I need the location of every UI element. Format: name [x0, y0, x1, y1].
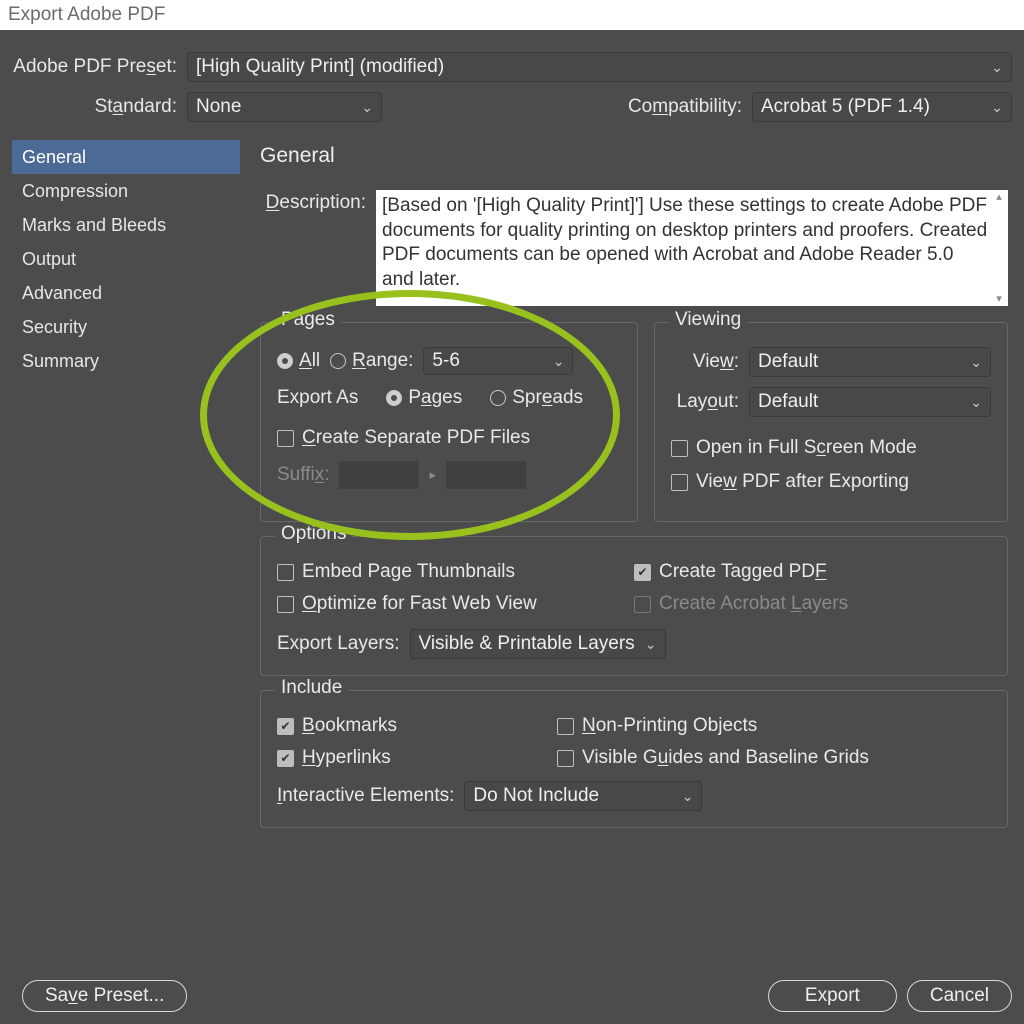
- checkbox-optimize-web[interactable]: [277, 596, 294, 613]
- checkbox-hyperlinks[interactable]: [277, 750, 294, 767]
- options-group: Options Embed Page Thumbnails Create Tag…: [260, 536, 1008, 676]
- hyperlinks-label: Hyperlinks: [302, 747, 391, 769]
- pages-group: Pages All Range: 5-6: [260, 322, 638, 522]
- sidebar-item-advanced[interactable]: Advanced: [12, 276, 240, 310]
- chevron-down-icon: ⌄: [970, 394, 982, 411]
- sidebar-item-general[interactable]: General: [12, 140, 240, 174]
- checkbox-embed-thumbs[interactable]: [277, 564, 294, 581]
- standard-label: Standard:: [12, 96, 187, 118]
- description-label: Description:: [260, 190, 376, 214]
- pane-title: General: [260, 144, 1008, 168]
- dialog-footer: Save Preset... Export Cancel: [0, 968, 1024, 1024]
- view-label: View:: [671, 351, 749, 373]
- window-title: Export Adobe PDF: [0, 0, 1024, 30]
- chevron-down-icon: ⌄: [645, 636, 657, 653]
- viewing-legend: Viewing: [669, 309, 747, 331]
- radio-pages[interactable]: Pages: [386, 387, 462, 409]
- radio-range[interactable]: Range:: [330, 350, 413, 372]
- export-button[interactable]: Export: [768, 980, 897, 1012]
- fullscreen-label: Open in Full Screen Mode: [696, 437, 917, 459]
- compatibility-value: Acrobat 5 (PDF 1.4): [761, 96, 930, 118]
- checkbox-guides[interactable]: [557, 750, 574, 767]
- radio-icon: [490, 390, 506, 406]
- options-legend: Options: [275, 523, 352, 545]
- sidebar-item-security[interactable]: Security: [12, 310, 240, 344]
- suffix-input2: [446, 461, 526, 489]
- range-value: 5-6: [432, 350, 459, 372]
- radio-spreads[interactable]: Spreads: [490, 387, 583, 409]
- radio-icon: [330, 353, 346, 369]
- checkbox-fullscreen[interactable]: [671, 440, 688, 457]
- acrobat-layers-label: Create Acrobat Layers: [659, 593, 848, 615]
- checkbox-view-after[interactable]: [671, 474, 688, 491]
- sidebar-item-compression[interactable]: Compression: [12, 174, 240, 208]
- compatibility-dropdown[interactable]: Acrobat 5 (PDF 1.4) ⌄: [752, 92, 1012, 122]
- export-layers-label: Export Layers:: [277, 633, 400, 655]
- guides-label: Visible Guides and Baseline Grids: [582, 747, 869, 769]
- description-textarea[interactable]: [Based on '[High Quality Print]'] Use th…: [376, 190, 1008, 306]
- include-group: Include Bookmarks Hyperlinks: [260, 690, 1008, 828]
- chevron-down-icon: ⌄: [991, 99, 1003, 116]
- preset-value: [High Quality Print] (modified): [196, 56, 444, 78]
- standard-value: None: [196, 96, 241, 118]
- chevron-down-icon: ⌄: [970, 354, 982, 371]
- export-as-label: Export As: [277, 387, 358, 409]
- sidebar-item-output[interactable]: Output: [12, 242, 240, 276]
- description-scrollbar[interactable]: ▴ ▾: [990, 190, 1008, 306]
- checkbox-create-separate[interactable]: [277, 430, 294, 447]
- suffix-label: Suffix:: [277, 464, 329, 486]
- preset-dropdown[interactable]: [High Quality Print] (modified) ⌄: [187, 52, 1012, 82]
- checkbox-acrobat-layers: [634, 596, 651, 613]
- view-dropdown[interactable]: Default ⌄: [749, 347, 991, 377]
- sidebar-item-summary[interactable]: Summary: [12, 344, 240, 378]
- export-pdf-dialog: Export Adobe PDF Adobe PDF Preset: [High…: [0, 0, 1024, 1024]
- chevron-down-icon: ⌄: [682, 788, 694, 805]
- compatibility-label: Compatibility:: [628, 96, 752, 118]
- scroll-down-icon[interactable]: ▾: [996, 292, 1002, 306]
- preset-label: Adobe PDF Preset:: [12, 56, 187, 78]
- chevron-down-icon: ⌄: [991, 59, 1003, 76]
- radio-icon: [386, 390, 402, 406]
- suffix-input: [339, 461, 419, 489]
- interactive-dropdown[interactable]: Do Not Include ⌄: [464, 781, 702, 811]
- radio-icon: [277, 353, 293, 369]
- scroll-up-icon[interactable]: ▴: [996, 190, 1002, 204]
- sidebar-item-marks-and-bleeds[interactable]: Marks and Bleeds: [12, 208, 240, 242]
- embed-thumbs-label: Embed Page Thumbnails: [302, 561, 515, 583]
- category-sidebar: General Compression Marks and Bleeds Out…: [12, 140, 240, 828]
- checkbox-bookmarks[interactable]: [277, 718, 294, 735]
- optimize-web-label: Optimize for Fast Web View: [302, 593, 537, 615]
- cancel-button[interactable]: Cancel: [907, 980, 1012, 1012]
- export-layers-dropdown[interactable]: Visible & Printable Layers ⌄: [410, 629, 666, 659]
- layout-dropdown[interactable]: Default ⌄: [749, 387, 991, 417]
- include-legend: Include: [275, 677, 348, 699]
- viewing-group: Viewing View: Default ⌄ Layout: Default: [654, 322, 1008, 522]
- standard-dropdown[interactable]: None ⌄: [187, 92, 382, 122]
- save-preset-button[interactable]: Save Preset...: [22, 980, 187, 1012]
- nonprinting-label: Non-Printing Objects: [582, 715, 757, 737]
- chevron-down-icon: ⌄: [553, 353, 565, 370]
- interactive-label: Interactive Elements:: [277, 785, 454, 807]
- checkbox-tagged-pdf[interactable]: [634, 564, 651, 581]
- bookmarks-label: Bookmarks: [302, 715, 397, 737]
- chevron-down-icon: ⌄: [361, 99, 373, 116]
- suffix-popup-icon: ▸: [429, 467, 436, 483]
- range-combobox[interactable]: 5-6 ⌄: [423, 347, 573, 375]
- create-separate-label: Create Separate PDF Files: [302, 427, 530, 449]
- view-after-label: View PDF after Exporting: [696, 471, 909, 493]
- radio-all[interactable]: All: [277, 350, 320, 372]
- tagged-pdf-label: Create Tagged PDF: [659, 561, 827, 583]
- checkbox-nonprinting[interactable]: [557, 718, 574, 735]
- pages-legend: Pages: [275, 309, 341, 331]
- layout-label: Layout:: [671, 391, 749, 413]
